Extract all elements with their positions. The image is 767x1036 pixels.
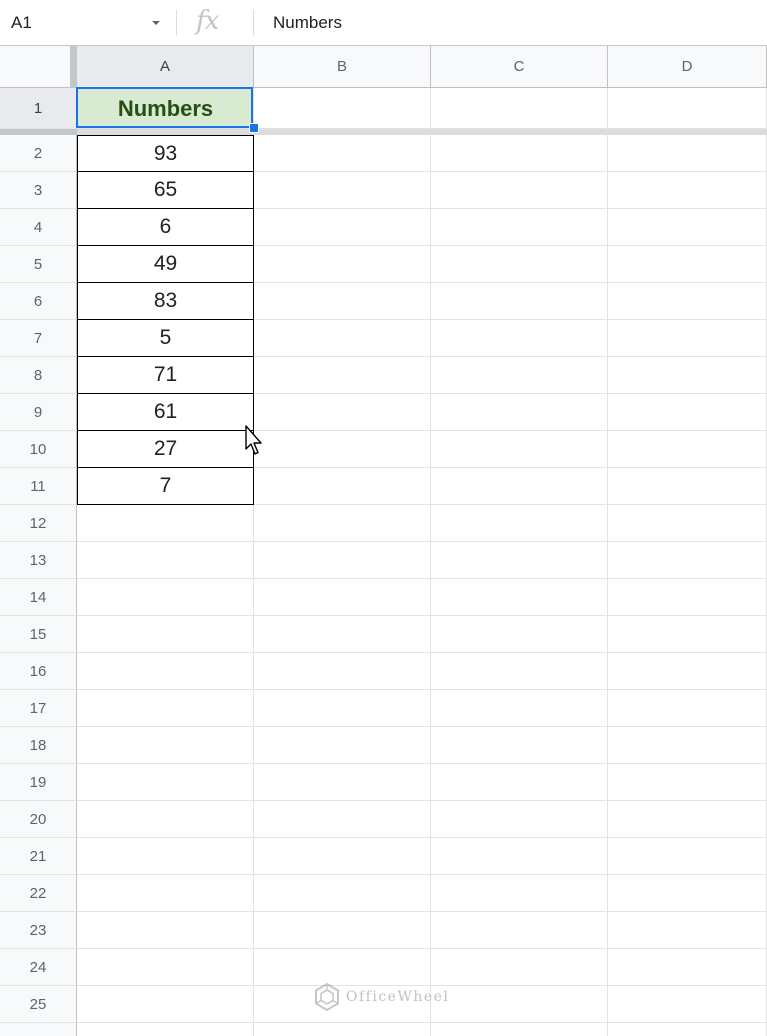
cell-a2[interactable]: 93 [77,135,254,172]
cell-a7[interactable]: 5 [77,320,254,357]
row-header-18[interactable]: 18 [0,727,77,764]
row-header-22[interactable]: 22 [0,875,77,912]
gridline-row [77,615,767,616]
formula-input[interactable]: Numbers [273,13,342,33]
chevron-down-icon[interactable] [152,21,160,25]
gridline-row [77,578,767,579]
cell-a6[interactable]: 83 [77,283,254,320]
fx-icon: fx [196,6,219,36]
watermark: OfficeWheel [312,982,462,1012]
cell-a5[interactable]: 49 [77,246,254,283]
row-header-9[interactable]: 9 [0,394,77,431]
row-header-17[interactable]: 17 [0,690,77,727]
gridline-row [77,874,767,875]
gridline-column [607,88,608,1036]
row-header-15[interactable]: 15 [0,616,77,653]
row-header-1[interactable]: 1 [0,88,77,129]
name-box-value[interactable]: A1 [11,13,32,33]
cell-a8[interactable]: 71 [77,357,254,394]
formula-bar-divider [253,10,254,36]
column-header-b[interactable]: B [254,46,431,88]
name-box[interactable]: A1 [0,0,174,45]
cell-a9[interactable]: 61 [77,394,254,431]
gridline-row [77,541,767,542]
cell-a11[interactable]: 7 [77,468,254,505]
row-header-16[interactable]: 16 [0,653,77,690]
frozen-column-handle[interactable] [70,46,77,88]
cell-a10[interactable]: 27 [77,431,254,468]
fill-handle[interactable] [249,123,259,133]
gridline-column [430,88,431,1036]
row-header-5[interactable]: 5 [0,246,77,283]
row-header-7[interactable]: 7 [0,320,77,357]
row-header-20[interactable]: 20 [0,801,77,838]
row-header-4[interactable]: 4 [0,209,77,246]
cell-a4[interactable]: 6 [77,209,254,246]
watermark-text: OfficeWheel [346,989,450,1005]
row-header-23[interactable]: 23 [0,912,77,949]
row-header-24[interactable]: 24 [0,949,77,986]
formula-bar-divider [176,10,177,36]
row-header-25[interactable]: 25 [0,986,77,1023]
row-header-6[interactable]: 6 [0,283,77,320]
row-header-10[interactable]: 10 [0,431,77,468]
row-header-19[interactable]: 19 [0,764,77,801]
row-header-12[interactable]: 12 [0,505,77,542]
gridline-row [77,837,767,838]
select-all-corner[interactable] [0,46,77,88]
frozen-row-handle[interactable] [0,129,77,135]
gridline-row [77,689,767,690]
row-header-21[interactable]: 21 [0,838,77,875]
gridline-row [77,800,767,801]
column-header-c[interactable]: C [431,46,608,88]
selection-outline [76,87,253,128]
column-header-d[interactable]: D [608,46,767,88]
gridline-row [77,911,767,912]
row-header-13[interactable]: 13 [0,542,77,579]
spreadsheet-app: A1 fx Numbers ABCD 1 2 3 4 5 6 7 8 9 10 11 12 13 14 15… [0,0,767,1036]
row-header-26[interactable]: 26 [0,1023,77,1036]
cell-a3[interactable]: 65 [77,172,254,209]
gridline-row [77,763,767,764]
column-header-a[interactable]: A [77,46,254,88]
sheet-grid[interactable]: ABCD 1 2 3 4 5 6 7 8 9 10 11 12 13 14 15 16 17 18 19 20 21 22… [0,46,767,1036]
gridline-row [77,726,767,727]
row-header-8[interactable]: 8 [0,357,77,394]
row-header-2[interactable]: 2 [0,135,77,172]
row-header-11[interactable]: 11 [0,468,77,505]
mouse-pointer-icon [245,425,262,455]
row-header-14[interactable]: 14 [0,579,77,616]
formula-bar: A1 fx Numbers [0,0,767,46]
gridline-row [77,652,767,653]
row-header-3[interactable]: 3 [0,172,77,209]
gridline-row [77,948,767,949]
officewheel-logo-icon [315,982,339,1012]
gridline-row [77,1022,767,1023]
